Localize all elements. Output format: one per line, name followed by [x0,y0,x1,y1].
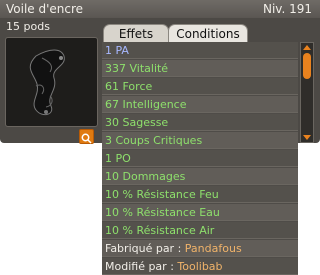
effect-text: 3 Coups Critiques [105,134,203,147]
effects-list: 1 PA 337 Vitalité 61 Force 67 Intelligen… [102,42,298,275]
effect-row-sagesse: 30 Sagesse [102,114,298,131]
search-button[interactable] [79,129,94,144]
effect-text: 10 % Résistance Feu [105,188,219,201]
chevron-up-icon[interactable] [303,45,311,50]
item-image [5,37,98,127]
modified-by-row: Modifié par : Toolibab [102,258,298,275]
search-icon [81,133,92,144]
effect-text: 1 PA [105,44,129,57]
effect-row-dommages: 10 Dommages [102,168,298,185]
item-level: Niv. 191 [262,2,312,16]
chevron-down-icon[interactable] [303,135,311,140]
effect-text: 10 % Résistance Eau [105,206,220,219]
crafted-by-name[interactable]: Pandafous [185,242,242,255]
scrollbar-thumb[interactable] [303,53,311,79]
effect-text: 1 PO [105,152,131,165]
effect-row-critiques: 3 Coups Critiques [102,132,298,149]
effect-text: 10 % Résistance Air [105,224,215,237]
effect-text: 10 Dommages [105,170,186,183]
tab-effects[interactable]: Effets [103,24,169,43]
modified-by-label: Modifié par : [105,260,174,273]
crafted-by-label: Fabriqué par : [105,242,182,255]
item-name: Voile d'encre [6,2,84,16]
dark-ink-veil-icon [29,49,65,116]
effect-row-res-eau: 10 % Résistance Eau [102,204,298,221]
effect-text: 61 Force [105,80,153,93]
effect-row-vitalite: 337 Vitalité [102,60,298,77]
effect-text: 337 Vitalité [105,62,169,75]
effect-row-force: 61 Force [102,78,298,95]
effect-row-po: 1 PO [102,150,298,167]
effect-row-pa: 1 PA [102,42,298,59]
tab-conditions[interactable]: Conditions [168,24,248,43]
effect-text: 67 Intelligence [105,98,187,111]
effects-scrollbar[interactable] [300,42,314,143]
crafted-by-row: Fabriqué par : Pandafous [102,240,298,257]
pods-label: 15 pods [6,20,50,33]
effect-row-intelligence: 67 Intelligence [102,96,298,113]
effect-row-res-feu: 10 % Résistance Feu [102,186,298,203]
modified-by-name[interactable]: Toolibab [177,260,222,273]
effect-row-res-air: 10 % Résistance Air [102,222,298,239]
titlebar: Voile d'encre Niv. 191 [0,0,320,18]
effect-text: 30 Sagesse [105,116,169,129]
